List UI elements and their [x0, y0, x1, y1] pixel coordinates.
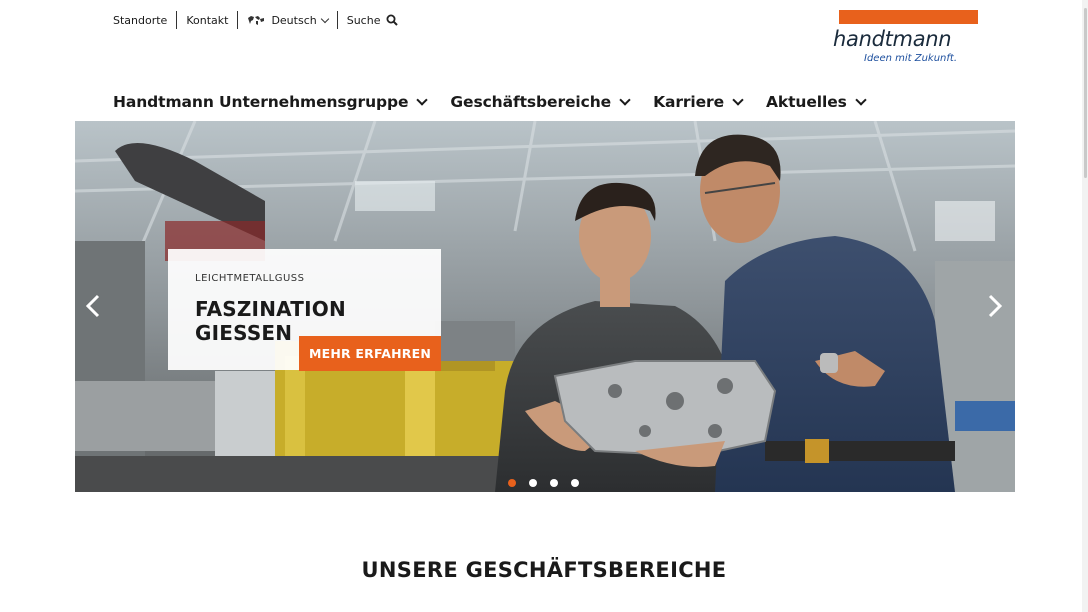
- handtmann-logo[interactable]: handtmann Ideen mit Zukunft.: [833, 10, 978, 66]
- chevron-right-icon[interactable]: [981, 293, 1007, 319]
- chevron-down-icon: [320, 14, 329, 23]
- nav-item-news[interactable]: Aktuelles: [766, 93, 867, 111]
- slider-dot[interactable]: [508, 479, 516, 487]
- chevron-down-icon: [416, 94, 429, 106]
- search-button[interactable]: Suche: [338, 11, 408, 29]
- chevron-down-icon: [619, 94, 631, 106]
- logo-bar: [839, 10, 978, 24]
- slider-dot[interactable]: [571, 479, 579, 487]
- chevron-left-icon[interactable]: [81, 293, 107, 319]
- logo-wordmark: handtmann: [833, 27, 952, 51]
- section-heading: UNSERE GESCHÄFTSBEREICHE: [361, 558, 727, 582]
- language-selector[interactable]: Deutsch: [238, 11, 336, 29]
- search-icon: [386, 14, 399, 26]
- nav-label: Geschäftsbereiche: [450, 93, 612, 111]
- scrollbar-thumb[interactable]: [1084, 8, 1087, 178]
- utility-bar: Standorte Kontakt Deutsch Suche: [113, 11, 407, 29]
- language-label: Deutsch: [271, 13, 317, 27]
- slider-dot[interactable]: [529, 479, 537, 487]
- locations-link[interactable]: Standorte: [113, 11, 176, 29]
- globe-icon: [248, 15, 265, 25]
- hero-eyebrow: LEICHTMETALLGUSS: [195, 273, 305, 284]
- chevron-down-icon: [855, 94, 867, 106]
- logo-tagline: Ideen mit Zukunft.: [864, 53, 958, 64]
- scrollbar[interactable]: [1082, 0, 1088, 612]
- slider-dot[interactable]: [550, 479, 558, 487]
- contact-link[interactable]: Kontakt: [177, 11, 237, 29]
- nav-item-group[interactable]: Handtmann Unternehmensgruppe: [113, 93, 429, 111]
- nav-label: Karriere: [653, 93, 725, 111]
- hero-slider: LEICHTMETALLGUSS FASZINATION GIESSEN MEH…: [75, 121, 1015, 492]
- nav-item-career[interactable]: Karriere: [653, 93, 744, 111]
- locations-label: Standorte: [113, 13, 168, 27]
- nav-item-divisions[interactable]: Geschäftsbereiche: [450, 93, 631, 111]
- main-navigation: Handtmann Unternehmensgruppe Geschäftsbe…: [113, 91, 889, 113]
- nav-label: Handtmann Unternehmensgruppe: [113, 93, 409, 111]
- chevron-down-icon: [732, 94, 744, 106]
- contact-label: Kontakt: [186, 13, 229, 27]
- slider-dots: [508, 479, 592, 487]
- nav-label: Aktuelles: [766, 93, 847, 111]
- learn-more-button[interactable]: MEHR ERFAHREN: [299, 336, 441, 371]
- search-label: Suche: [346, 13, 381, 27]
